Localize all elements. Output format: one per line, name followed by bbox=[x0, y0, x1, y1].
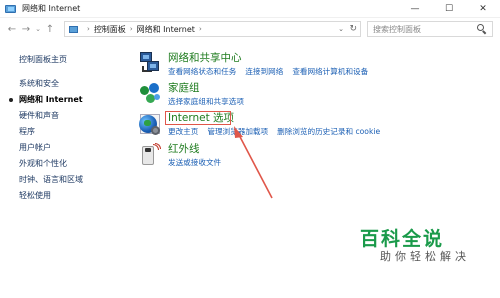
category-homegroup: 家庭组 选择家庭组和共享选项 bbox=[138, 82, 253, 107]
back-button[interactable]: ← bbox=[5, 22, 19, 36]
address-bar[interactable]: › 控制面板 › 网络和 Internet › ⌄ ↻ bbox=[64, 21, 361, 37]
sidebar-item-appearance[interactable]: 外观和个性化 bbox=[19, 156, 129, 172]
send-receive-files-link[interactable]: 发送或接收文件 bbox=[168, 157, 221, 168]
sidebar: 控制面板主页 系统和安全 网络和 Internet 硬件和声音 程序 用户帐户 … bbox=[9, 52, 129, 204]
up-button[interactable]: ↑ bbox=[43, 22, 57, 36]
window-title: 网络和 Internet bbox=[22, 4, 81, 13]
category-infrared: 红外线 发送或接收文件 bbox=[138, 143, 230, 168]
recent-locations-button[interactable]: ⌄ bbox=[33, 22, 43, 36]
homegroup-icon[interactable] bbox=[138, 82, 162, 106]
maximize-button[interactable]: ☐ bbox=[432, 0, 466, 18]
homegroup-link[interactable]: 家庭组 bbox=[168, 82, 253, 95]
category-network-sharing: 网络和共享中心 查看网络状态和任务 连接到网络 查看网络计算机和设备 bbox=[138, 52, 377, 77]
control-panel-icon bbox=[69, 25, 79, 34]
refresh-button[interactable]: ↻ bbox=[349, 24, 357, 34]
watermark-subtitle: 助你轻松解决 bbox=[380, 250, 470, 263]
view-network-computers-link[interactable]: 查看网络计算机和设备 bbox=[292, 66, 368, 77]
internet-options-icon[interactable] bbox=[138, 112, 162, 136]
connect-to-network-link[interactable]: 连接到网络 bbox=[245, 66, 283, 77]
watermark-title: 百科全说 bbox=[360, 228, 445, 250]
change-homepage-link[interactable]: 更改主页 bbox=[168, 126, 198, 137]
network-icon[interactable] bbox=[138, 52, 162, 76]
sidebar-item-system-security[interactable]: 系统和安全 bbox=[19, 76, 129, 92]
window-controls: — ☐ ✕ bbox=[398, 0, 500, 18]
sidebar-item-clock-region[interactable]: 时钟、语言和区域 bbox=[19, 172, 129, 188]
breadcrumb-control-panel[interactable]: 控制面板 bbox=[94, 24, 126, 35]
breadcrumb-separator[interactable]: › bbox=[130, 25, 133, 33]
breadcrumb-network-internet[interactable]: 网络和 Internet bbox=[137, 24, 195, 35]
manage-addons-link[interactable]: 管理浏览器加载项 bbox=[207, 126, 268, 137]
address-dropdown-button[interactable]: ⌄ bbox=[338, 25, 344, 33]
view-network-status-link[interactable]: 查看网络状态和任务 bbox=[168, 66, 236, 77]
search-icon[interactable] bbox=[476, 23, 488, 35]
sidebar-item-control-panel-home[interactable]: 控制面板主页 bbox=[19, 52, 129, 68]
close-button[interactable]: ✕ bbox=[466, 0, 500, 18]
breadcrumb-separator[interactable]: › bbox=[199, 25, 202, 33]
infrared-icon[interactable] bbox=[138, 143, 162, 167]
sidebar-item-network-internet: 网络和 Internet bbox=[9, 92, 129, 108]
title-bar: 网络和 Internet — ☐ ✕ bbox=[0, 0, 500, 18]
sidebar-item-user-accounts[interactable]: 用户帐户 bbox=[19, 140, 129, 156]
homegroup-sharing-options-link[interactable]: 选择家庭组和共享选项 bbox=[168, 96, 244, 107]
delete-history-link[interactable]: 删除浏览的历史记录和 cookie bbox=[277, 126, 380, 137]
sidebar-item-programs[interactable]: 程序 bbox=[19, 124, 129, 140]
network-sharing-center-link[interactable]: 网络和共享中心 bbox=[168, 52, 377, 65]
highlight-box bbox=[165, 111, 231, 125]
minimize-button[interactable]: — bbox=[398, 0, 432, 18]
infrared-link[interactable]: 红外线 bbox=[168, 143, 230, 156]
control-panel-icon bbox=[5, 3, 17, 15]
search-input[interactable]: 搜索控制面板 bbox=[373, 24, 476, 35]
navigation-bar: ← → ⌄ ↑ › 控制面板 › 网络和 Internet › ⌄ ↻ 搜索控制… bbox=[0, 20, 500, 38]
sidebar-item-ease-of-access[interactable]: 轻松使用 bbox=[19, 188, 129, 204]
forward-button[interactable]: → bbox=[19, 22, 33, 36]
search-box[interactable]: 搜索控制面板 bbox=[367, 21, 493, 37]
watermark: 百科全说 助你轻松解决 bbox=[360, 228, 480, 280]
breadcrumb-separator[interactable]: › bbox=[87, 25, 90, 33]
sidebar-item-hardware-sound[interactable]: 硬件和声音 bbox=[19, 108, 129, 124]
